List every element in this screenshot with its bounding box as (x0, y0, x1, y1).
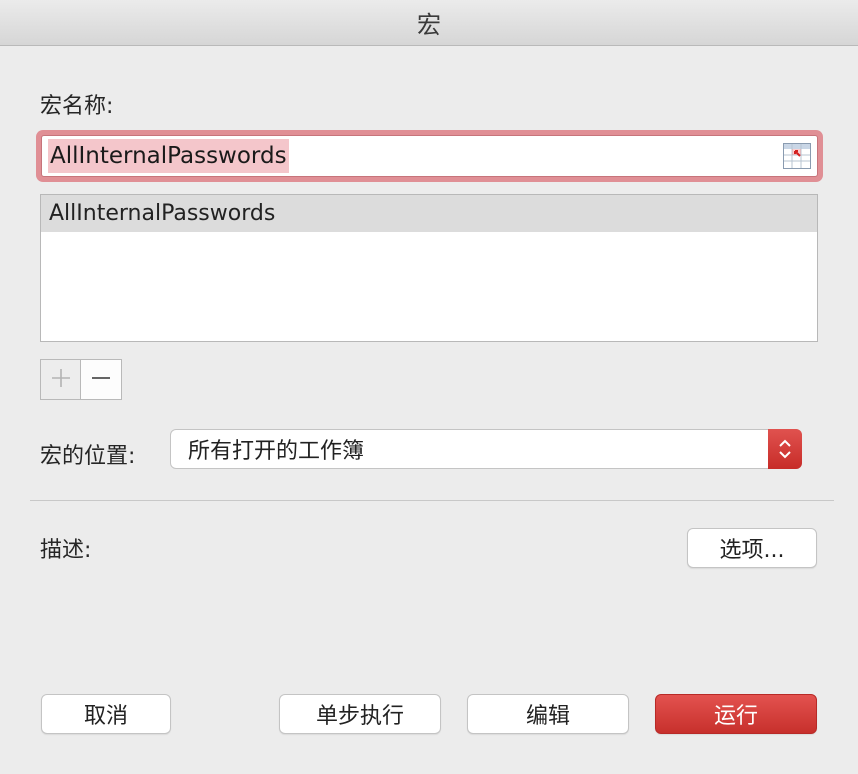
location-label: 宏的位置: (40, 444, 136, 469)
edit-button[interactable]: 编辑 (467, 694, 629, 734)
list-controls (40, 359, 122, 400)
macro-name-input-value[interactable]: AllInternalPasswords (48, 139, 289, 173)
macro-name-label: 宏名称: (40, 94, 114, 119)
macro-list-item[interactable]: AllInternalPasswords (41, 195, 817, 232)
add-macro-button[interactable] (41, 360, 81, 399)
description-label: 描述: (40, 538, 92, 563)
title-bar: 宏 (0, 0, 858, 46)
step-into-button[interactable]: 单步执行 (279, 694, 441, 734)
section-divider (30, 500, 834, 501)
options-button[interactable]: 选项... (687, 528, 817, 568)
location-selected-value: 所有打开的工作簿 (188, 439, 365, 464)
cancel-button[interactable]: 取消 (41, 694, 171, 734)
location-select[interactable]: 所有打开的工作簿 (170, 429, 802, 469)
run-button[interactable]: 运行 (655, 694, 817, 734)
minus-icon (90, 367, 112, 393)
plus-icon (50, 367, 72, 393)
window-title: 宏 (417, 11, 441, 39)
updown-chevron-icon[interactable] (768, 429, 802, 469)
remove-macro-button[interactable] (81, 360, 121, 399)
range-select-icon[interactable] (783, 143, 811, 169)
macro-list[interactable]: AllInternalPasswords (40, 194, 818, 342)
macro-name-field[interactable]: AllInternalPasswords (36, 130, 823, 182)
